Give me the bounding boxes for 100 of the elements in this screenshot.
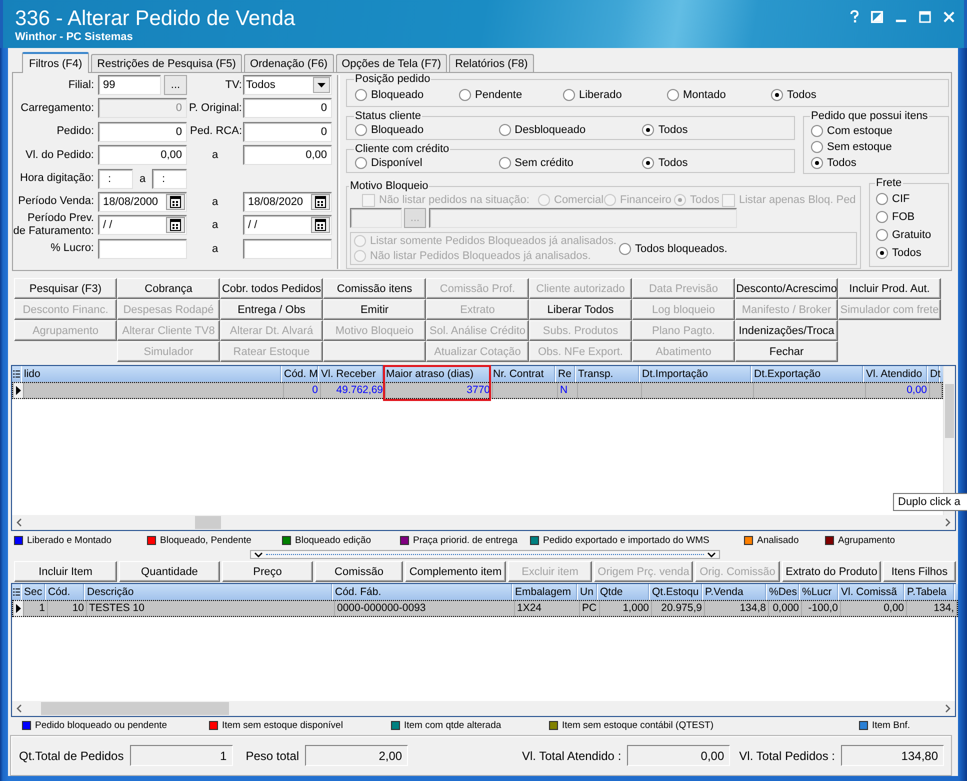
radio-icon[interactable] bbox=[459, 88, 471, 100]
chevron-down-icon[interactable] bbox=[254, 552, 263, 558]
radio-icon[interactable] bbox=[771, 88, 783, 100]
calendar-icon[interactable] bbox=[166, 217, 185, 234]
action-button[interactable]: Complemento item bbox=[405, 561, 506, 582]
caret-icon[interactable] bbox=[313, 77, 330, 93]
action-button[interactable]: Emitir bbox=[323, 299, 426, 320]
input-field[interactable]: 0,00 bbox=[243, 145, 332, 166]
total-field: 134,80 bbox=[841, 745, 944, 766]
radio-option[interactable]: CIF bbox=[876, 190, 942, 208]
radio-option[interactable]: Bloqueado bbox=[355, 86, 459, 102]
radio-icon[interactable] bbox=[642, 124, 654, 136]
scrollbar[interactable] bbox=[12, 701, 955, 716]
tab[interactable]: Opções de Tela (F7) bbox=[336, 54, 448, 72]
input-field[interactable]: 0 bbox=[243, 98, 332, 118]
input-field[interactable]: 99 bbox=[98, 75, 161, 95]
list-icon[interactable] bbox=[13, 370, 20, 378]
radio-icon[interactable] bbox=[355, 157, 367, 169]
radio-icon[interactable] bbox=[876, 211, 888, 223]
splitter-handle[interactable] bbox=[250, 550, 720, 559]
table-row[interactable]: 1 10 TESTES 10 0000-000000-0093 1X24 PC 1,000 20.975,9 134,8 0,000 -100,0 0,00 134, bbox=[12, 600, 958, 617]
radio-option[interactable]: Bloqueado bbox=[355, 122, 499, 138]
radio-icon[interactable] bbox=[355, 88, 367, 100]
input-field[interactable]: 0 bbox=[243, 122, 332, 142]
maximize-icon[interactable] bbox=[919, 10, 931, 22]
input-field[interactable]: 0,00 bbox=[98, 145, 187, 166]
action-button[interactable]: Incluir Prod. Aut. bbox=[838, 278, 941, 299]
contrast-icon[interactable] bbox=[871, 10, 883, 22]
radio-icon[interactable] bbox=[811, 141, 823, 153]
radio-option[interactable]: Todos bbox=[876, 244, 942, 262]
scrollbar[interactable] bbox=[12, 515, 955, 530]
tab[interactable]: Restrições de Pesquisa (F5) bbox=[91, 54, 242, 72]
radio-icon[interactable] bbox=[642, 157, 654, 169]
calendar-icon[interactable] bbox=[166, 194, 185, 210]
date-field[interactable]: 18/08/2000 bbox=[98, 192, 187, 212]
calendar-icon[interactable] bbox=[311, 194, 330, 210]
action-button[interactable]: Liberar Todos bbox=[529, 299, 632, 320]
action-button[interactable]: Incluir Item bbox=[14, 561, 117, 582]
action-button[interactable]: Preço bbox=[222, 561, 313, 582]
radio-icon[interactable] bbox=[498, 157, 511, 169]
radio-icon[interactable] bbox=[355, 124, 367, 136]
radio-option[interactable]: Todos bbox=[642, 122, 786, 138]
close-icon[interactable] bbox=[943, 10, 955, 22]
lookup-button[interactable]: ... bbox=[164, 75, 187, 95]
tab[interactable]: Relatórios (F8) bbox=[449, 54, 534, 72]
radio-option[interactable]: Todos bbox=[771, 86, 875, 102]
radio-icon[interactable] bbox=[667, 88, 679, 100]
action-button[interactable]: Cobr. todos Pedidos bbox=[220, 278, 323, 299]
action-button[interactable]: Indenizações/Troca bbox=[735, 320, 838, 341]
blank-button[interactable] bbox=[323, 341, 426, 362]
radio-option[interactable]: Sem crédito bbox=[498, 155, 642, 171]
date-field[interactable]: / / bbox=[98, 215, 187, 236]
date-field[interactable]: 18/08/2020 bbox=[243, 192, 332, 212]
radio-icon[interactable] bbox=[563, 88, 575, 100]
scroll-thumb[interactable] bbox=[195, 516, 221, 529]
radio-icon[interactable] bbox=[498, 124, 511, 136]
tab[interactable]: Ordenação (F6) bbox=[244, 54, 334, 72]
action-button[interactable]: Pesquisar (F3) bbox=[14, 278, 117, 299]
radio-option[interactable]: Todos bbox=[642, 155, 786, 171]
radio-option[interactable]: Todos bbox=[811, 155, 941, 171]
input-field[interactable]: : bbox=[152, 168, 187, 189]
input-field[interactable]: 0 bbox=[98, 122, 187, 142]
radio-option[interactable]: Desbloqueado bbox=[498, 122, 642, 138]
action-button[interactable]: Itens Filhos bbox=[883, 561, 956, 582]
chevron-down-icon[interactable] bbox=[707, 552, 716, 558]
tab[interactable]: Filtros (F4) bbox=[22, 52, 90, 73]
action-button[interactable]: Entrega / Obs bbox=[220, 299, 323, 320]
input-field[interactable] bbox=[243, 238, 332, 259]
input-field[interactable] bbox=[429, 208, 737, 228]
scroll-thumb[interactable] bbox=[41, 702, 229, 715]
radio-option[interactable]: Com estoque bbox=[811, 123, 941, 139]
action-button[interactable]: Quantidade bbox=[119, 561, 220, 582]
radio-icon[interactable] bbox=[876, 229, 888, 241]
input-field[interactable]: : bbox=[98, 168, 133, 189]
dropdown[interactable]: Todos bbox=[243, 75, 332, 95]
radio-icon[interactable] bbox=[811, 125, 823, 137]
radio-option[interactable]: Disponível bbox=[355, 155, 499, 171]
radio-option[interactable]: Sem estoque bbox=[811, 139, 941, 155]
radio-option[interactable]: Liberado bbox=[563, 86, 667, 102]
action-button[interactable]: Cobrança bbox=[117, 278, 220, 299]
action-button[interactable]: Fechar bbox=[735, 341, 838, 362]
action-button[interactable]: Extrato do Produto bbox=[782, 561, 881, 582]
help-icon[interactable] bbox=[850, 10, 859, 23]
scroll-thumb[interactable] bbox=[945, 384, 954, 438]
input-field[interactable] bbox=[98, 238, 187, 259]
calendar-icon[interactable] bbox=[311, 217, 330, 234]
radio-option[interactable]: FOB bbox=[876, 208, 942, 226]
radio-icon[interactable] bbox=[811, 157, 823, 169]
radio-option[interactable]: Montado bbox=[667, 86, 771, 102]
legend-label: Bloqueado edição bbox=[295, 534, 372, 546]
date-field[interactable]: / / bbox=[243, 215, 332, 236]
radio-option[interactable]: Pendente bbox=[459, 86, 563, 102]
list-icon[interactable] bbox=[13, 588, 20, 596]
action-button[interactable]: Comissão itens bbox=[323, 278, 426, 299]
table-row[interactable]: 0 49.762,69 3770 N 0,00 bbox=[12, 382, 943, 399]
action-button[interactable]: Desconto/Acrescimo bbox=[735, 278, 838, 299]
action-button[interactable]: Comissão bbox=[315, 561, 403, 582]
radio-icon[interactable] bbox=[876, 193, 888, 205]
radio-option[interactable]: Gratuito bbox=[876, 226, 942, 244]
radio-icon[interactable] bbox=[876, 247, 888, 259]
